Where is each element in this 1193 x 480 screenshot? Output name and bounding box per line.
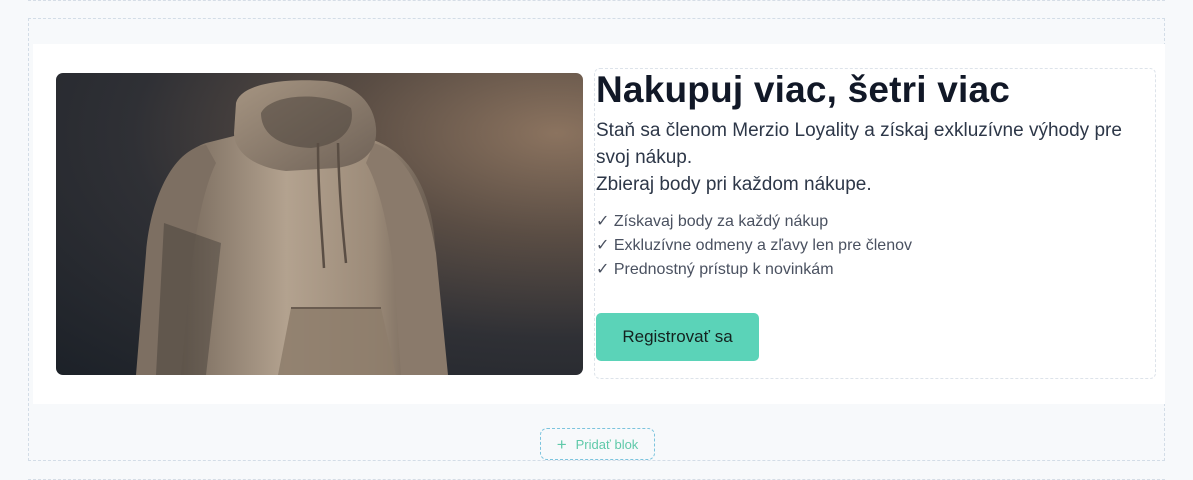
benefits-list: ✓ Získavaj body za každý nákup ✓ Exkluzí… <box>596 210 912 282</box>
hero-description-line: Staň sa členom Merzio Loyality a získaj … <box>596 120 1122 168</box>
hero-headline: Nakupuj viac, šetri viac <box>596 69 1011 110</box>
register-button[interactable]: Registrovať sa <box>596 313 759 361</box>
hero-image[interactable] <box>56 73 583 375</box>
add-block-button[interactable]: + Pridať blok <box>540 428 655 460</box>
benefit-item: ✓ Exkluzívne odmeny a zľavy len pre člen… <box>596 237 912 254</box>
hoodie-image <box>136 80 448 375</box>
plus-icon: + <box>556 434 567 454</box>
add-block-label: Pridať blok <box>575 436 639 452</box>
hero-description: Staň sa členom Merzio Loyality a získaj … <box>596 117 1156 198</box>
benefit-item: ✓ Získavaj body za každý nákup <box>596 213 829 230</box>
hero-description-line: Zbieraj body pri každom nákupe. <box>596 174 872 195</box>
section-divider-top <box>28 0 1165 2</box>
benefit-item: ✓ Prednostný prístup k novinkám <box>596 261 834 278</box>
